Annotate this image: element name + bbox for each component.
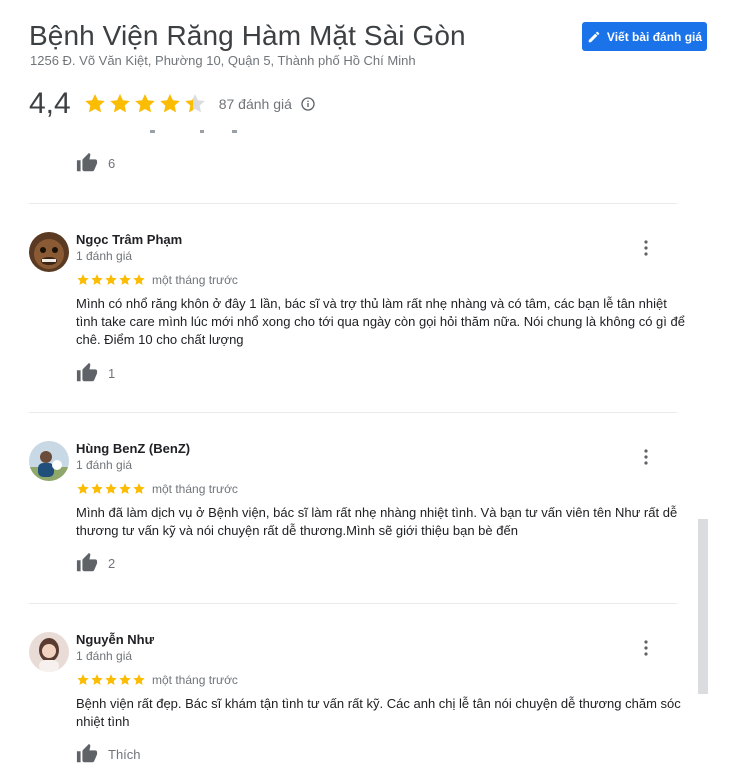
reviewer-review-count[interactable]: 1 đánh giá — [76, 249, 132, 263]
place-title: Bệnh Viện Răng Hàm Mặt Sài Gòn — [29, 20, 466, 51]
average-rating: 4,4 — [29, 87, 71, 120]
more-options-button[interactable] — [636, 638, 656, 658]
star-icon — [105, 674, 117, 685]
place-address: 1256 Đ. Võ Văn Kiệt, Phường 10, Quận 5, … — [30, 53, 416, 68]
star-icon — [109, 94, 130, 113]
more-vert-icon — [644, 449, 648, 465]
more-options-button[interactable] — [636, 447, 656, 467]
avatar[interactable] — [29, 232, 69, 272]
review-time: một tháng trước — [152, 482, 238, 496]
more-vert-icon — [644, 240, 648, 256]
review-star-rating — [76, 482, 146, 496]
review-count[interactable]: 87 đánh giá — [219, 96, 292, 112]
review-star-rating — [76, 673, 146, 687]
reviewer-name[interactable]: Ngọc Trâm Phạm — [76, 232, 182, 247]
rating-summary: 4,4 87 đánh giá — [29, 84, 316, 124]
like-button[interactable]: 6 — [76, 152, 115, 174]
star-icon — [133, 274, 145, 285]
info-icon[interactable] — [300, 96, 316, 112]
star-icon — [105, 483, 117, 494]
scrollbar-thumb[interactable] — [698, 519, 708, 694]
reviewer-name[interactable]: Nguyễn Như — [76, 632, 154, 647]
like-button[interactable]: 2 — [76, 552, 115, 574]
review-time: một tháng trước — [152, 273, 238, 287]
star-icon — [134, 94, 155, 113]
review-divider — [29, 412, 677, 413]
more-vert-icon — [644, 640, 648, 656]
star-icon — [91, 274, 103, 285]
thumbs-up-icon — [76, 743, 98, 763]
review-divider — [29, 603, 677, 604]
reviewer-review-count[interactable]: 1 đánh giá — [76, 458, 132, 472]
star-icon — [91, 483, 103, 494]
star-icon — [77, 483, 89, 494]
pencil-icon — [588, 31, 600, 42]
write-review-label: Viết bài đánh giá — [606, 29, 703, 44]
reviewer-review-count[interactable]: 1 đánh giá — [76, 649, 132, 663]
review-star-rating — [76, 273, 146, 287]
star-icon — [133, 483, 145, 494]
like-count: 6 — [108, 155, 116, 171]
review-text: Mình đã làm dịch vụ ở Bệnh viện, bác sĩ … — [76, 505, 678, 538]
star-icon — [84, 94, 105, 113]
avatar[interactable] — [29, 441, 69, 481]
avatar[interactable] — [29, 632, 69, 672]
review-text: Mình có nhổ răng khôn ở đây 1 lần, bác s… — [76, 296, 685, 347]
reviewer-name[interactable]: Hùng BenZ (BenZ) — [76, 441, 190, 456]
thumbs-up-icon — [76, 152, 98, 172]
star-icon — [105, 274, 117, 285]
thumbs-up-icon — [76, 362, 98, 382]
star-icon — [77, 674, 89, 685]
thumbs-up-icon — [76, 552, 98, 572]
star-icon — [91, 674, 103, 685]
like-label: Thích — [108, 746, 141, 762]
write-review-button[interactable]: Viết bài đánh giá — [582, 22, 707, 51]
place-header: Bệnh Viện Răng Hàm Mặt Sài Gòn 1256 Đ. V… — [0, 0, 729, 125]
average-star-rating — [83, 92, 207, 116]
like-button[interactable]: Thích — [76, 743, 141, 765]
star-icon — [77, 274, 89, 285]
star-half-icon — [184, 94, 205, 113]
like-button[interactable]: 1 — [76, 362, 115, 384]
like-count: 1 — [108, 365, 116, 381]
star-icon — [119, 274, 131, 285]
star-icon — [159, 94, 180, 113]
star-icon — [119, 674, 131, 685]
star-icon — [119, 483, 131, 494]
more-options-button[interactable] — [636, 238, 656, 258]
like-count: 2 — [108, 555, 116, 571]
review-divider — [29, 203, 677, 204]
review-time: một tháng trước — [152, 673, 238, 687]
partial-text-remnant — [150, 130, 237, 133]
review-text: Bệnh viện rất đẹp. Bác sĩ khám tận tình … — [76, 696, 681, 729]
star-icon — [133, 674, 145, 685]
